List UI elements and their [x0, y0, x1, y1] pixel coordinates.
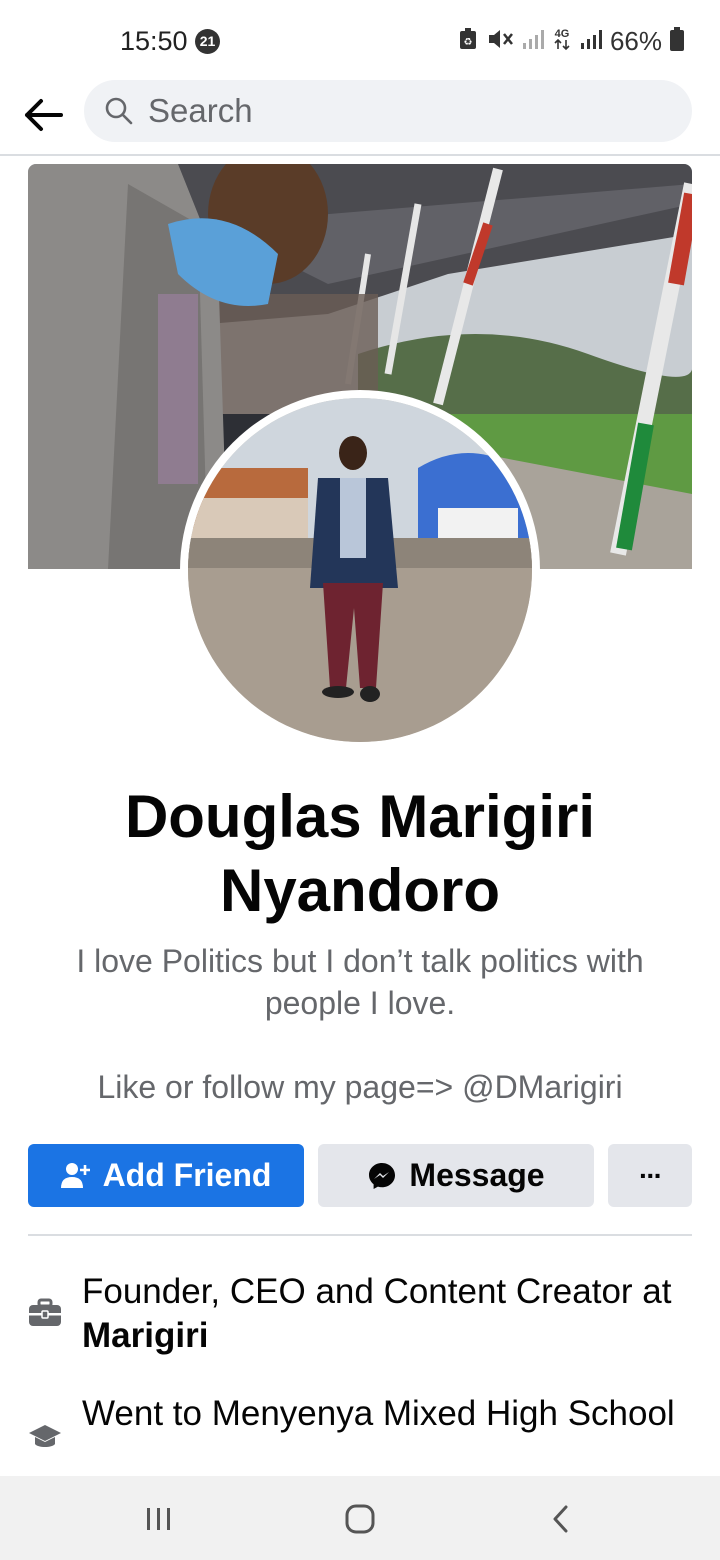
mute-icon [486, 27, 514, 56]
intro-work: Founder, CEO and Content Creator at Mari… [28, 1270, 692, 1362]
intro-education: Went to Menyenya Mixed High School [28, 1392, 692, 1480]
search-icon [105, 97, 133, 125]
back-button[interactable] [18, 90, 68, 140]
lte-icon: 4G [552, 26, 572, 57]
chevron-left-icon [553, 1505, 568, 1533]
messenger-icon [367, 1161, 397, 1191]
status-time: 15:50 [120, 26, 188, 56]
more-options-icon: ··· [639, 1159, 663, 1191]
system-back-button[interactable] [531, 1494, 591, 1544]
signal-icon [522, 28, 544, 55]
svg-text:♻: ♻ [463, 37, 472, 48]
home-icon [345, 1504, 375, 1534]
profile-picture[interactable] [180, 390, 540, 750]
signal-strong-icon [580, 28, 602, 55]
back-arrow-icon [25, 99, 63, 131]
recent-apps-button[interactable] [129, 1494, 189, 1544]
divider [28, 1234, 692, 1236]
intro-work-company[interactable]: Marigiri [82, 1316, 208, 1355]
top-bar [0, 78, 720, 156]
intro-work-text: Founder, CEO and Content Creator at Mari… [82, 1270, 682, 1358]
message-button[interactable]: Message [318, 1144, 594, 1207]
system-nav-bar [0, 1476, 720, 1560]
add-friend-icon [60, 1162, 91, 1190]
intro-education-text: Went to Menyenya Mixed High School [82, 1394, 675, 1433]
status-icons: ♻ 4G 66% [458, 26, 684, 56]
search-bar[interactable] [84, 80, 692, 142]
add-friend-button[interactable]: Add Friend [28, 1144, 304, 1207]
battery-percentage: 66% [609, 25, 662, 56]
profile-picture-image [188, 398, 532, 742]
profile-name: Douglas Marigiri Nyandoro [124, 783, 596, 924]
add-friend-label: Add Friend [102, 1157, 272, 1193]
status-bar: 15:50 21 ♻ 4G 66% [0, 0, 720, 80]
intro-work-role: Founder, CEO and Content Creator at [82, 1272, 672, 1311]
recent-apps-icon [147, 1508, 170, 1530]
home-button[interactable] [330, 1494, 390, 1544]
more-options-button[interactable]: ··· [608, 1144, 692, 1207]
svg-text:4G: 4G [555, 28, 570, 40]
battery-saver-icon: ♻ [458, 27, 478, 56]
notification-count-badge: 21 [195, 29, 220, 54]
graduation-cap-icon [28, 1420, 62, 1454]
battery-icon [670, 26, 684, 56]
profile-page-link[interactable]: Like or follow my page=> @DMarigiri [40, 1066, 680, 1108]
message-label: Message [409, 1157, 545, 1193]
profile-bio: I love Politics but I don’t talk politic… [76, 943, 644, 1021]
briefcase-icon [28, 1296, 62, 1330]
search-input[interactable] [148, 92, 648, 130]
